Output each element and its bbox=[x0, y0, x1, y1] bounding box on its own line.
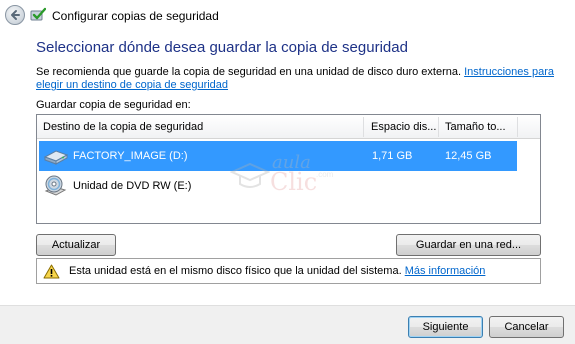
row-total-size: 12,45 GB bbox=[445, 150, 492, 162]
column-header-free-space[interactable]: Espacio dis... bbox=[365, 115, 437, 139]
column-header-destination[interactable]: Destino de la copia de seguridad bbox=[37, 115, 363, 139]
warning-text: Esta unidad está en el mismo disco físic… bbox=[69, 265, 402, 277]
column-separator[interactable] bbox=[363, 117, 364, 137]
next-button[interactable]: Siguiente bbox=[408, 316, 483, 338]
title-bar: Configurar copias de seguridad bbox=[0, 0, 575, 32]
more-info-link[interactable]: Más información bbox=[405, 265, 486, 277]
dialog-footer: Siguiente Cancelar bbox=[0, 305, 575, 344]
main-instruction: Seleccionar dónde desea guardar la copia… bbox=[36, 39, 408, 56]
watermark-clic: Clic bbox=[270, 168, 318, 196]
column-header-total-size[interactable]: Tamaño to... bbox=[439, 115, 517, 139]
refresh-button[interactable]: Actualizar bbox=[36, 234, 116, 256]
warning-icon bbox=[43, 264, 60, 279]
back-arrow-icon bbox=[11, 10, 20, 20]
row-destination-name: Unidad de DVD RW (E:) bbox=[73, 180, 192, 192]
hard-drive-icon bbox=[43, 150, 69, 165]
column-separator[interactable] bbox=[517, 117, 518, 137]
warning-panel: Esta unidad está en el mismo disco físic… bbox=[36, 258, 541, 284]
cancel-button[interactable]: Cancelar bbox=[489, 316, 564, 338]
back-button[interactable] bbox=[5, 5, 25, 25]
save-on-network-button[interactable]: Guardar en una red... bbox=[396, 234, 541, 256]
description: Se recomienda que guarde la copia de seg… bbox=[36, 66, 556, 92]
row-destination-name: FACTORY_IMAGE (D:) bbox=[73, 150, 188, 162]
row-free-space: 1,71 GB bbox=[372, 150, 413, 162]
watermark-com: .com bbox=[316, 170, 334, 179]
list-header: Destino de la copia de seguridad Espacio… bbox=[37, 115, 540, 139]
backup-app-icon bbox=[30, 7, 46, 21]
save-to-label: Guardar copia de seguridad en: bbox=[36, 99, 191, 111]
aulaclic-watermark: aula Clic .com bbox=[230, 152, 340, 208]
graduation-cap-icon bbox=[230, 162, 270, 188]
dvd-drive-icon bbox=[44, 175, 67, 196]
description-text: Se recomienda que guarde la copia de seg… bbox=[36, 66, 462, 78]
window-title: Configurar copias de seguridad bbox=[52, 9, 219, 23]
warning-message: Esta unidad está en el mismo disco físic… bbox=[69, 259, 485, 283]
